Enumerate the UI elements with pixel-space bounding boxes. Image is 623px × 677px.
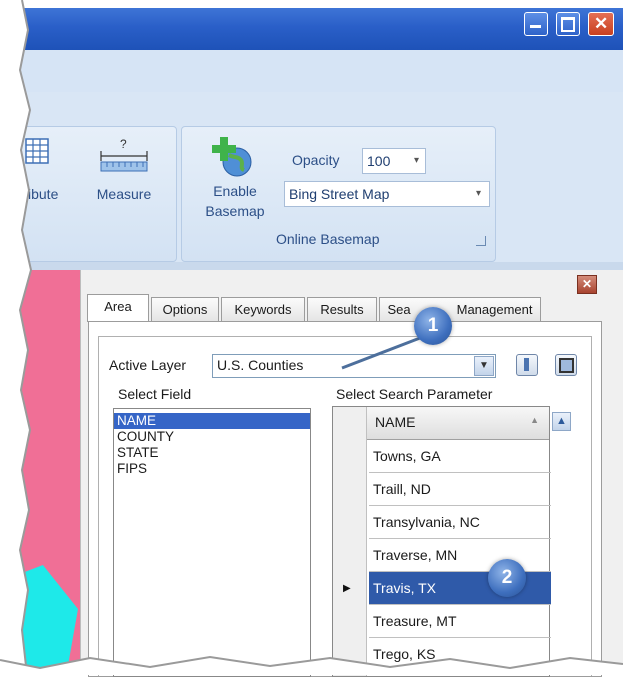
torn-edge-left (0, 0, 33, 675)
torn-edge-bottom (0, 655, 623, 675)
callout-badge-2: 2 (488, 559, 526, 597)
callout-badge-1: 1 (414, 307, 452, 345)
callout-arrow (341, 336, 421, 370)
